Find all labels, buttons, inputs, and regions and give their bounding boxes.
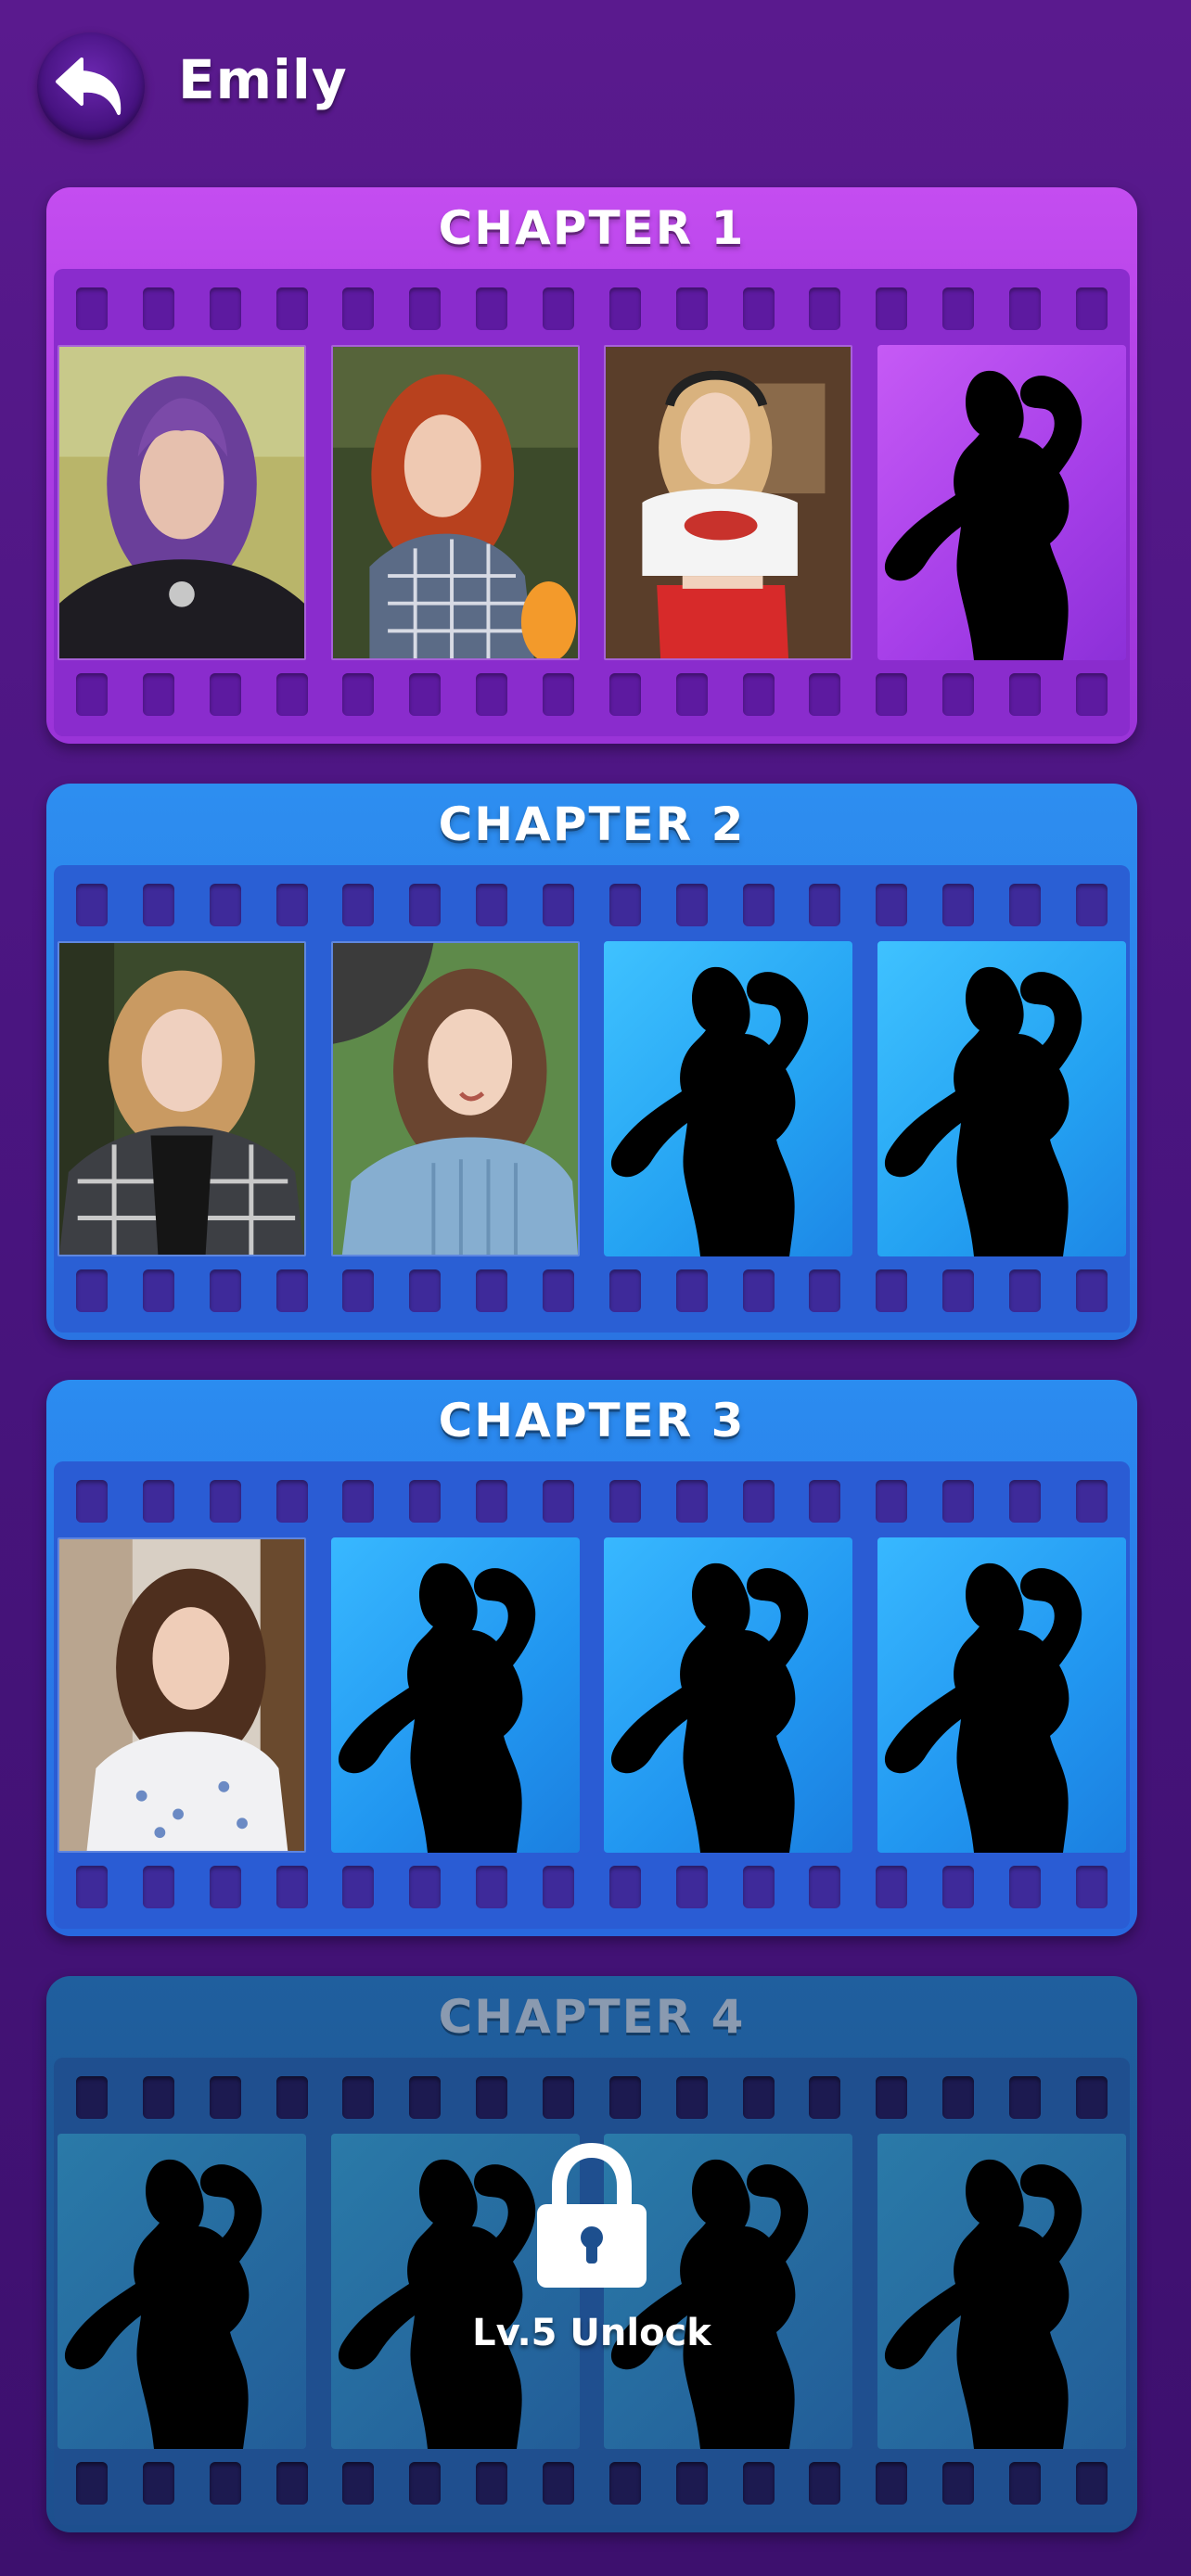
header: Emily <box>0 0 1191 176</box>
film-perforations-top <box>76 2076 1108 2119</box>
silhouette-icon <box>877 345 1126 660</box>
page-title: Emily <box>178 48 348 111</box>
film-perforations-top <box>76 884 1108 926</box>
photo-frame-red-hair[interactable] <box>330 345 580 660</box>
chapter-4-card[interactable]: CHAPTER 4 Lv.5 Unlock <box>46 1976 1137 2532</box>
chapter-title-bar: CHAPTER 3 <box>46 1380 1137 1461</box>
unlock-requirement-text: Lv.5 Unlock <box>472 2312 711 2354</box>
silhouette-icon <box>877 1537 1126 1853</box>
silhouette-icon <box>331 1537 580 1853</box>
film-perforations-top <box>76 1480 1108 1523</box>
lock-overlay: Lv.5 Unlock <box>46 2143 1137 2421</box>
chapter-title: CHAPTER 1 <box>438 201 746 255</box>
chapter-1-card: CHAPTER 1 <box>46 187 1137 744</box>
chapter-title: CHAPTER 3 <box>438 1394 746 1447</box>
film-perforations-bottom <box>76 1269 1108 1312</box>
silhouette-icon <box>604 941 852 1256</box>
photo-frame-blonde-headphones[interactable] <box>604 345 853 660</box>
photo-frame-blue-sweater[interactable] <box>330 941 580 1256</box>
film-perforations-bottom <box>76 2462 1108 2505</box>
chapter-title: CHAPTER 4 <box>438 1990 746 2044</box>
locked-frame-silhouette <box>877 1537 1126 1853</box>
silhouette-icon <box>604 1537 852 1853</box>
film-perforations-bottom <box>76 673 1108 716</box>
photo-frame-brown-hair-window[interactable] <box>58 1537 306 1853</box>
locked-frame-silhouette <box>877 345 1126 660</box>
film-strip <box>54 1461 1130 1929</box>
lock-icon <box>537 2143 647 2288</box>
chapter-3-card: CHAPTER 3 <box>46 1380 1137 1936</box>
locked-frame-silhouette <box>877 941 1126 1256</box>
film-perforations-top <box>76 287 1108 330</box>
photo-frame-purple-hair[interactable] <box>58 345 306 660</box>
film-strip <box>54 269 1130 736</box>
film-perforations-bottom <box>76 1866 1108 1908</box>
locked-frame-silhouette <box>604 1537 853 1853</box>
chapter-title-bar: CHAPTER 1 <box>46 187 1137 269</box>
back-button[interactable] <box>37 32 145 140</box>
chapter-title-bar: CHAPTER 4 <box>46 1976 1137 2058</box>
silhouette-icon <box>877 941 1126 1256</box>
chapter-title: CHAPTER 2 <box>438 797 746 851</box>
photo-frame-plaid-blonde[interactable] <box>58 941 306 1256</box>
back-arrow-icon <box>56 57 122 115</box>
chapter-title-bar: CHAPTER 2 <box>46 784 1137 865</box>
locked-frame-silhouette <box>330 1537 580 1853</box>
film-strip <box>54 865 1130 1333</box>
chapter-2-card: CHAPTER 2 <box>46 784 1137 1340</box>
locked-frame-silhouette <box>604 941 853 1256</box>
